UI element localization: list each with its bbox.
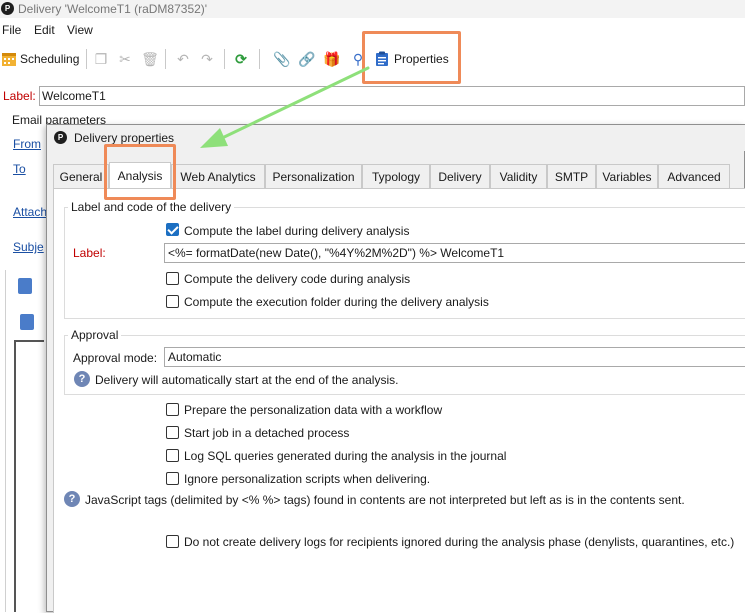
option-label: Start job in a detached process: [184, 426, 350, 440]
ignore-scripts-checkbox[interactable]: [166, 472, 179, 485]
toolbar-separator: [86, 49, 87, 69]
compute-label-text: Compute the label during delivery analys…: [184, 224, 410, 238]
compute-folder-checkbox[interactable]: [166, 295, 179, 308]
label-caption: Label:: [3, 89, 36, 103]
compute-code-text: Compute the delivery code during analysi…: [184, 272, 411, 286]
tab-advanced[interactable]: Advanced: [658, 164, 730, 188]
js-tags-info-text: JavaScript tags (delimited by <% %> tags…: [85, 493, 685, 507]
tab-variables[interactable]: Variables: [596, 164, 658, 188]
cut-icon[interactable]: ✂: [116, 50, 134, 68]
subject-link[interactable]: Subje: [13, 240, 44, 254]
menu-view[interactable]: View: [67, 23, 93, 37]
tab-typology[interactable]: Typology: [362, 164, 430, 188]
info-icon: ?: [74, 371, 90, 387]
pointer-arrow: [200, 66, 370, 148]
compute-label-checkbox[interactable]: [166, 223, 179, 236]
approval-mode-select[interactable]: Automatic: [164, 347, 745, 367]
detached-process-checkbox[interactable]: [166, 426, 179, 439]
document-icon[interactable]: [20, 314, 34, 330]
compute-folder-text: Compute the execution folder during the …: [184, 295, 489, 309]
app-icon: P: [54, 131, 67, 144]
label-input[interactable]: WelcomeT1: [39, 86, 745, 106]
tab-general[interactable]: General: [53, 164, 109, 188]
analysis-label-input[interactable]: <%= formatDate(new Date(), "%4Y%2M%2D") …: [164, 243, 745, 263]
info-icon: ?: [64, 491, 80, 507]
tab-smtp[interactable]: SMTP: [547, 164, 596, 188]
option-label: Prepare the personalization data with a …: [184, 403, 443, 417]
window-title: Delivery 'WelcomeT1 (raDM87352)': [18, 2, 208, 16]
tab-delivery[interactable]: Delivery: [430, 164, 490, 188]
menu-edit[interactable]: Edit: [34, 23, 55, 37]
compute-code-checkbox[interactable]: [166, 272, 179, 285]
attach-link[interactable]: Attach: [13, 205, 47, 219]
option-label: Ignore personalization scripts when deli…: [184, 472, 431, 486]
no-delivery-logs-checkbox[interactable]: [166, 535, 179, 548]
document-icon[interactable]: [18, 278, 32, 294]
tab-web-analytics[interactable]: Web Analytics: [171, 164, 265, 188]
to-link[interactable]: To: [13, 162, 26, 176]
delete-icon[interactable]: 🗑: [141, 50, 159, 68]
app-icon: P: [1, 2, 14, 15]
analysis-label-caption: Label:: [73, 246, 106, 260]
analysis-tab-highlight: [104, 144, 176, 200]
menu-file[interactable]: File: [2, 23, 21, 37]
toolbar-separator: [165, 49, 166, 69]
scheduling-button[interactable]: Scheduling: [20, 52, 79, 66]
option-label: Do not create delivery logs for recipien…: [184, 535, 735, 549]
tab-validity[interactable]: Validity: [490, 164, 547, 188]
window-titlebar: P Delivery 'WelcomeT1 (raDM87352)': [0, 0, 745, 18]
copy-icon[interactable]: ❐: [92, 50, 110, 68]
approval-mode-caption: Approval mode:: [73, 351, 158, 365]
from-link[interactable]: From: [13, 137, 41, 151]
calendar-icon: [0, 50, 18, 68]
content-frame: [14, 340, 44, 612]
content-panel: [5, 270, 45, 612]
group-legend: Label and code of the delivery: [68, 200, 235, 214]
approval-info-text: Delivery will automatically start at the…: [95, 373, 399, 387]
dialog-title: Delivery properties: [74, 131, 175, 145]
log-sql-checkbox[interactable]: [166, 449, 179, 462]
tab-personalization[interactable]: Personalization: [265, 164, 362, 188]
prepare-workflow-checkbox[interactable]: [166, 403, 179, 416]
analysis-tab-panel: Label and code of the delivery Compute t…: [53, 188, 745, 613]
group-legend: Approval: [68, 328, 122, 342]
option-label: Log SQL queries generated during the ana…: [184, 449, 507, 463]
